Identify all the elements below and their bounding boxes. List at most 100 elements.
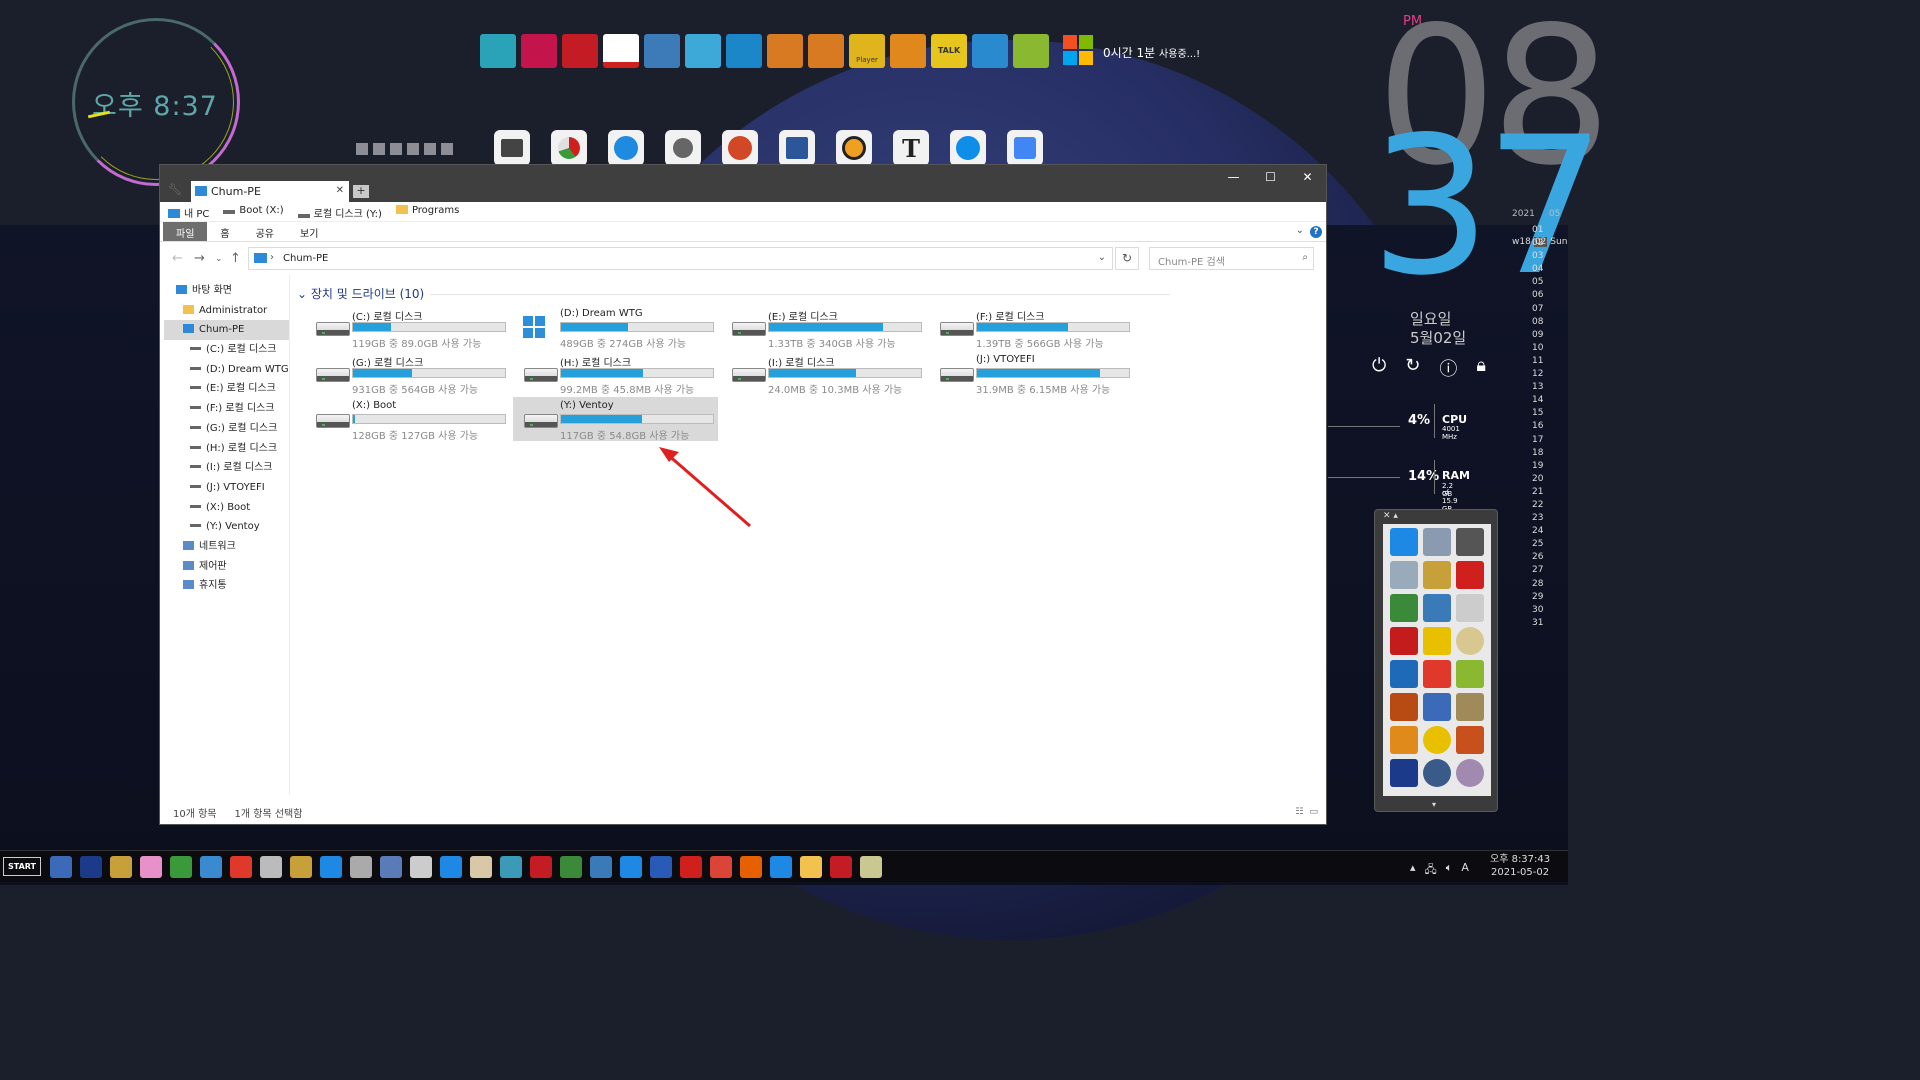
display-settings-icon[interactable] <box>521 34 557 68</box>
taskbar-app-icon[interactable] <box>80 856 102 878</box>
refresh-button[interactable]: ↻ <box>1115 247 1139 270</box>
flash-icon[interactable] <box>1390 627 1418 655</box>
text-editor-icon[interactable]: T <box>893 130 929 166</box>
taskbar-app-icon[interactable] <box>50 856 72 878</box>
taskbar-app-icon[interactable] <box>560 856 582 878</box>
title-bar[interactable]: 🔧︎ Chum-PE ✕ + — ☐ ✕ <box>160 165 1326 202</box>
bookmark-local-disk-y[interactable]: 로컬 디스크 (Y:) <box>297 205 382 221</box>
taskbar-app-icon[interactable] <box>230 856 252 878</box>
triangle-app-icon[interactable] <box>1390 660 1418 688</box>
word-icon[interactable] <box>779 130 815 166</box>
taskbar-app-icon[interactable] <box>710 856 732 878</box>
group-header[interactable]: ⌄ 장치 및 드라이브 (10) <box>297 285 1171 302</box>
taskbar-app-icon[interactable] <box>830 856 852 878</box>
taskbar-app-icon[interactable] <box>620 856 642 878</box>
tab-file[interactable]: 파일 <box>163 222 208 241</box>
partition-tool-icon[interactable] <box>551 130 587 166</box>
power-icon[interactable]: ⏻ <box>1372 355 1386 381</box>
disk-icon[interactable] <box>1456 594 1484 622</box>
close-button[interactable]: ✕ <box>1289 167 1326 187</box>
unlock-icon[interactable] <box>1456 693 1484 721</box>
taskbar-clock[interactable]: 오후 8:37:43 2021-05-02 <box>1490 853 1550 879</box>
up-button[interactable]: ↑ <box>230 251 241 266</box>
taskbar-app-icon[interactable] <box>380 856 402 878</box>
taskbar-app-icon[interactable] <box>530 856 552 878</box>
launcher-scroll-down-icon[interactable]: ▾ <box>1432 800 1436 809</box>
drive-tile[interactable]: (X:) Boot 128GB 중 127GB 사용 가능 <box>305 397 510 442</box>
partition-tool-icon[interactable] <box>603 34 639 68</box>
lock-icon[interactable]: 🔒︎ <box>1476 355 1486 381</box>
nav-item[interactable]: 바탕 화면 <box>164 281 290 301</box>
ime-indicator[interactable]: A <box>1461 861 1469 880</box>
taskbar-app-icon[interactable] <box>650 856 672 878</box>
drive-tile[interactable]: (C:) 로컬 디스크 119GB 중 89.0GB 사용 가능 <box>305 305 510 350</box>
restart-icon[interactable]: ↻ <box>1405 355 1420 381</box>
back-button[interactable]: ← <box>172 251 183 266</box>
nav-item[interactable]: (H:) 로컬 디스크 <box>164 439 290 459</box>
nav-item[interactable]: (E:) 로컬 디스크 <box>164 379 290 399</box>
taskbar-app-icon[interactable] <box>440 856 462 878</box>
powerpoint-icon[interactable] <box>722 130 758 166</box>
nav-item[interactable]: (J:) VTOYEFI <box>164 478 290 498</box>
k-app-icon[interactable] <box>1456 528 1484 556</box>
taskbar-app-icon[interactable] <box>170 856 192 878</box>
new-tab-button[interactable]: + <box>353 185 369 198</box>
teamviewer-icon[interactable] <box>950 130 986 166</box>
taskbar-app-icon[interactable] <box>800 856 822 878</box>
package-icon[interactable] <box>1456 726 1484 754</box>
history-icon[interactable] <box>1423 594 1451 622</box>
hardware-icon[interactable] <box>1423 528 1451 556</box>
anydesk-icon[interactable] <box>1423 660 1451 688</box>
nav-item[interactable]: (F:) 로컬 디스크 <box>164 399 290 419</box>
taskbar-app-icon[interactable] <box>770 856 792 878</box>
address-dropdown-icon[interactable]: ⌄ <box>1098 252 1106 263</box>
drive-tile[interactable]: (Y:) Ventoy 117GB 중 54.8GB 사용 가능 <box>513 397 718 442</box>
nav-item[interactable]: (G:) 로컬 디스크 <box>164 419 290 439</box>
launcher-close-icon[interactable]: ✕ ▴ <box>1383 511 1398 521</box>
nav-item[interactable]: 네트워크 <box>164 537 290 557</box>
taskbar-app-icon[interactable] <box>740 856 762 878</box>
wrench-icon[interactable]: 🔧︎ <box>168 183 182 196</box>
minimize-button[interactable]: — <box>1215 167 1252 187</box>
paper-plane-icon[interactable] <box>665 130 701 166</box>
restore-icon[interactable] <box>890 34 926 68</box>
bookmark-programs[interactable]: Programs <box>395 205 459 221</box>
search-input[interactable]: Chum-PE 검색 ⌕ <box>1149 247 1314 270</box>
kakaotalk-icon[interactable]: TALK <box>931 34 967 68</box>
map-icon[interactable] <box>1456 660 1484 688</box>
nav-item[interactable]: 제어판 <box>164 557 290 577</box>
image-tool-icon[interactable] <box>808 34 844 68</box>
forward-button[interactable]: → <box>194 251 205 266</box>
taskbar-app-icon[interactable] <box>410 856 432 878</box>
no-key-icon[interactable] <box>1456 561 1484 589</box>
bridge-icon[interactable] <box>1390 693 1418 721</box>
info-icon[interactable]: ⓘ <box>1439 355 1457 381</box>
tab-chum-pe[interactable]: Chum-PE ✕ <box>191 181 349 202</box>
taskbar-app-icon[interactable] <box>590 856 612 878</box>
compass-icon[interactable] <box>608 130 644 166</box>
tab-view[interactable]: 보기 <box>287 222 331 241</box>
network-pc-icon[interactable] <box>1423 693 1451 721</box>
windows-icon[interactable] <box>1390 528 1418 556</box>
tab-close-icon[interactable]: ✕ <box>336 185 344 196</box>
player-icon[interactable]: Player <box>849 34 885 68</box>
network-icon[interactable]: 🖧︎ <box>1425 861 1437 880</box>
details-view-icon[interactable]: ☷ <box>1295 807 1303 817</box>
drive-tile[interactable]: (H:) 로컬 디스크 99.2MB 중 45.8MB 사용 가능 <box>513 351 718 396</box>
map-tool-icon[interactable] <box>1013 34 1049 68</box>
translate-icon[interactable] <box>1007 130 1043 166</box>
drive-tile[interactable]: (D:) Dream WTG 489GB 중 274GB 사용 가능 <box>513 305 718 350</box>
windows-logo-icon[interactable] <box>1063 35 1093 65</box>
taskbar-app-icon[interactable] <box>200 856 222 878</box>
grid-tool-icon[interactable] <box>562 34 598 68</box>
bookmark-my-pc[interactable]: 내 PC <box>168 205 209 221</box>
sync-icon[interactable] <box>726 34 762 68</box>
nav-item[interactable]: (D:) Dream WTG <box>164 360 290 380</box>
nav-item[interactable]: (Y:) Ventoy <box>164 517 290 537</box>
volume-icon[interactable]: 🔈︎ <box>1446 861 1453 880</box>
monitor-icon[interactable] <box>480 34 516 68</box>
search-tool-icon[interactable] <box>1390 726 1418 754</box>
taskbar-app-icon[interactable] <box>260 856 282 878</box>
maximize-button[interactable]: ☐ <box>1252 167 1289 187</box>
nav-item[interactable]: Administrator <box>164 301 290 321</box>
